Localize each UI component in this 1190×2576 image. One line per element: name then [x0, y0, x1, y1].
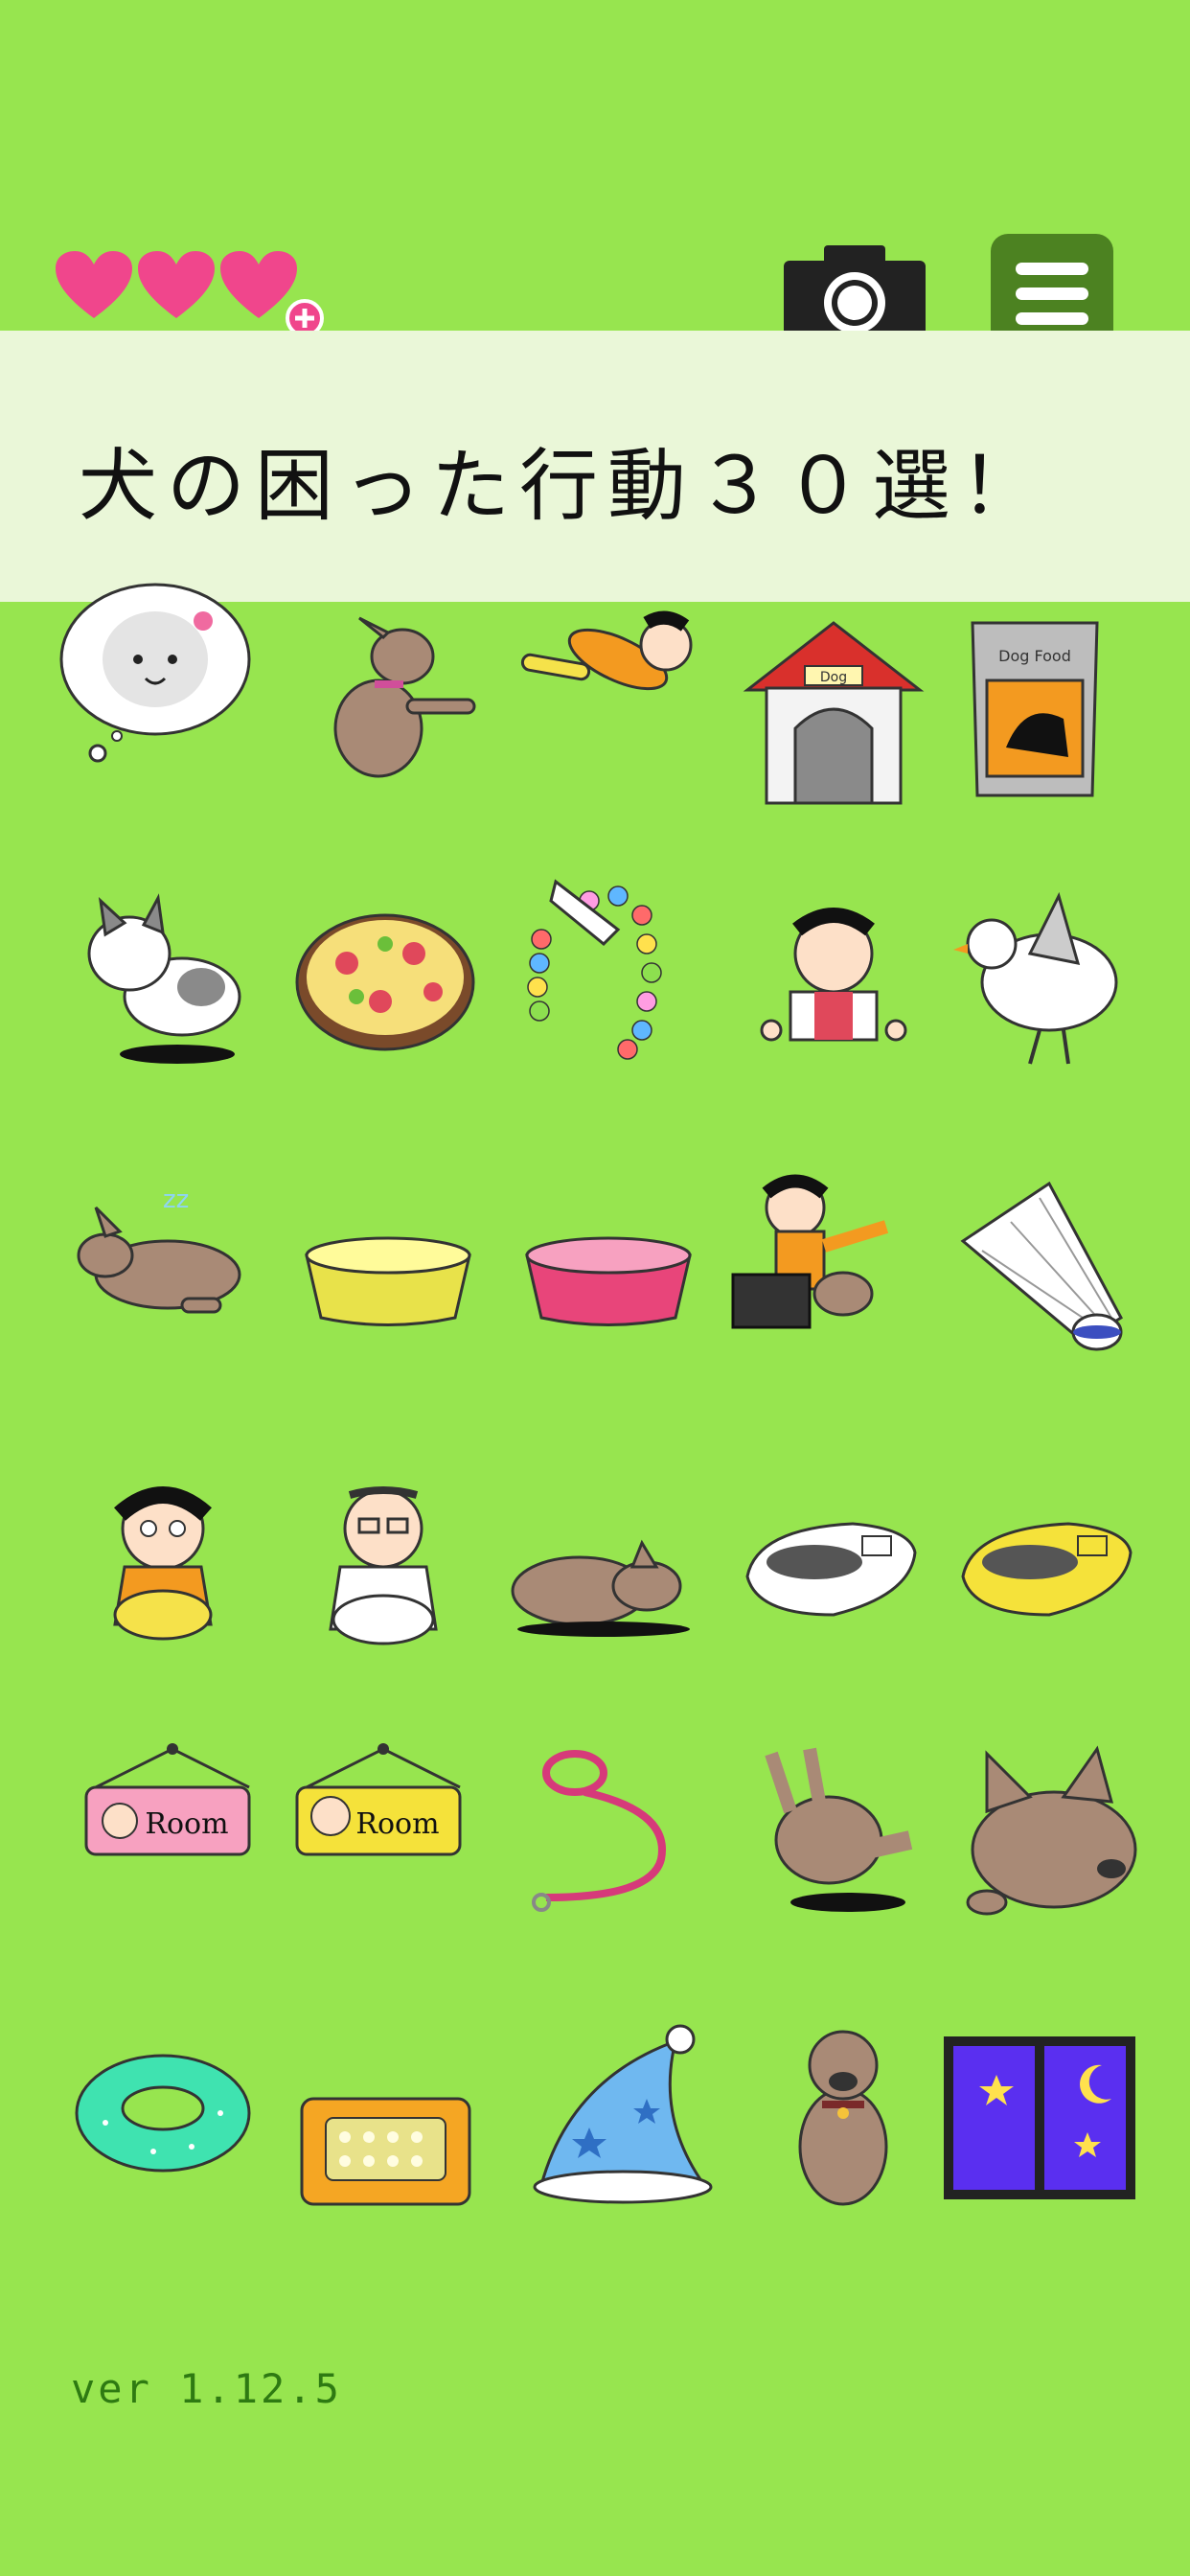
svg-text:Dog Food: Dog Food [998, 647, 1071, 665]
item-girl-sitting[interactable] [67, 1471, 259, 1663]
item-balloon-seven[interactable] [513, 872, 704, 1064]
item-dog-house[interactable]: Dog [738, 613, 929, 805]
item-dog-lying[interactable] [498, 1476, 690, 1668]
item-pizza[interactable] [289, 886, 481, 1078]
item-dog-food-bag[interactable]: Dog Food [958, 613, 1150, 805]
item-dog-digging[interactable] [743, 1735, 934, 1926]
item-cat[interactable] [77, 886, 268, 1078]
version-label: ver 1.12.5 [71, 2365, 342, 2412]
item-yellow-bowl[interactable] [292, 1188, 484, 1380]
item-pink-room-sign[interactable]: Room [77, 1730, 268, 1921]
item-dog-sitting[interactable] [747, 2022, 939, 2214]
item-dog-sleeping[interactable]: zz [67, 1174, 259, 1366]
svg-text:Room: Room [145, 1807, 228, 1841]
item-swim-ring[interactable] [67, 2017, 259, 2209]
item-shuttlecock[interactable] [953, 1174, 1145, 1366]
svg-text:Dog: Dog [820, 670, 847, 685]
item-dog-begging[interactable] [292, 604, 484, 795]
item-thought-bubble-poodle[interactable] [59, 583, 251, 774]
item-night-window[interactable] [944, 2036, 1135, 2228]
item-kid-diving[interactable] [513, 602, 704, 794]
item-grandpa-sitting[interactable] [287, 1471, 479, 1663]
item-yellow-room-sign[interactable]: Room [287, 1730, 479, 1921]
svg-text:Room: Room [355, 1807, 439, 1841]
item-kid-reaching[interactable] [738, 886, 929, 1078]
item-dog-face-resting[interactable] [958, 1744, 1150, 1936]
item-pet-bed[interactable] [292, 2089, 484, 2281]
svg-text:zz: zz [163, 1185, 189, 1214]
item-pink-leash[interactable] [517, 1735, 709, 1926]
item-pink-bowl[interactable] [513, 1188, 704, 1380]
item-kid-pointing-dog-box[interactable] [728, 1169, 920, 1361]
item-grid: Dog Dog Food zz Room Room [0, 0, 1190, 2576]
item-white-bird[interactable] [953, 886, 1145, 1078]
item-yellow-shoe[interactable] [953, 1471, 1145, 1663]
item-white-shoe[interactable] [738, 1471, 929, 1663]
item-star-nightcap[interactable] [532, 2022, 723, 2214]
